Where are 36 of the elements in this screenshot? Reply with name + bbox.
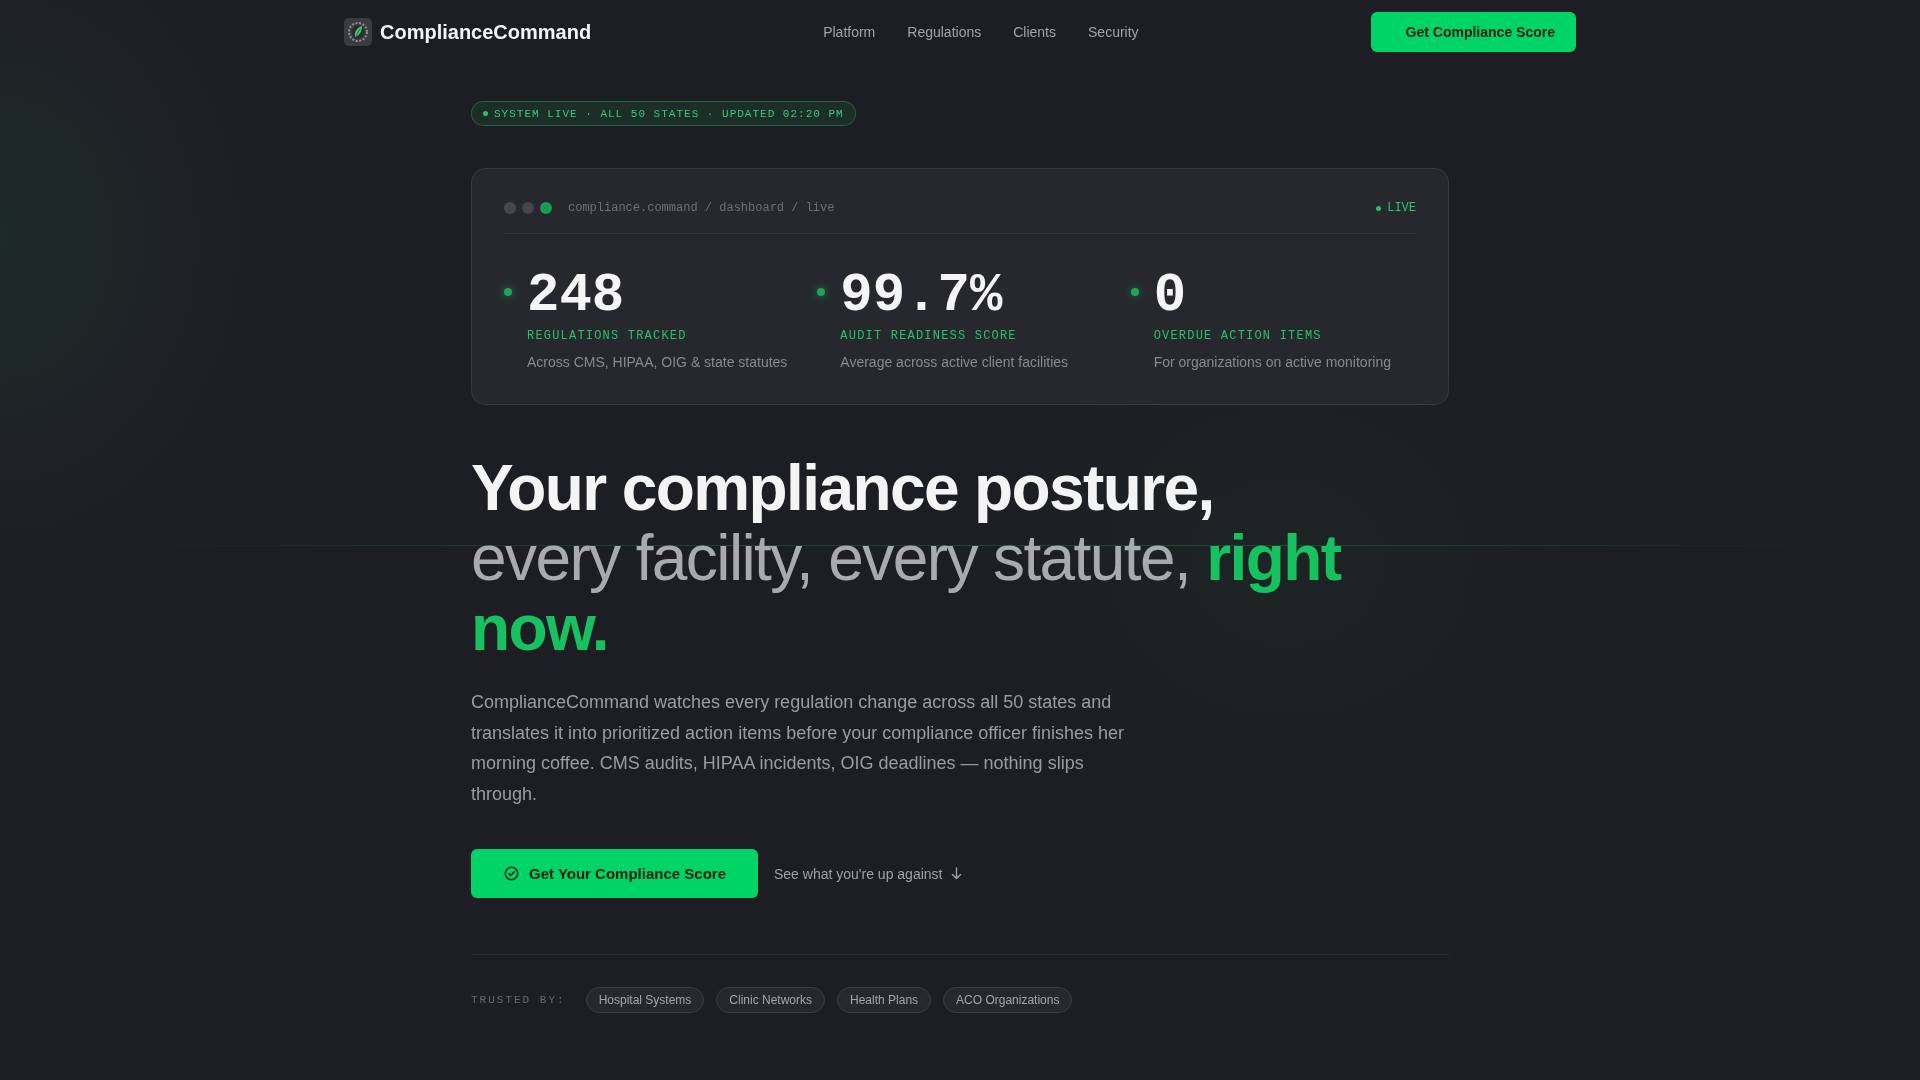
nav-link[interactable]: Platform	[823, 24, 876, 40]
stat-description: Across CMS, HIPAA, OIG & state statutes	[527, 353, 788, 372]
stat-value: 248	[527, 269, 626, 323]
leaf-logo-icon[interactable]	[344, 18, 372, 46]
stat-label: AUDIT READINESS SCORE	[840, 328, 1018, 344]
window-dots-icon	[504, 202, 552, 214]
trusted-by-label: TRUSTED BY:	[471, 994, 566, 1007]
stat-description: For organizations on active monitoring	[1153, 353, 1391, 372]
status-dot-icon	[1130, 288, 1139, 296]
status-dot-icon	[504, 288, 512, 296]
nav-link[interactable]: Security	[1088, 24, 1139, 40]
arrow-down-icon	[951, 867, 963, 881]
status-dot-icon	[483, 111, 488, 116]
nav-link[interactable]: Regulations	[907, 24, 982, 40]
breadcrumb-path: compliance.command / dashboard / live	[568, 201, 835, 215]
segment-tag: Hospital Systems	[585, 987, 705, 1014]
stat-label: OVERDUE ACTION ITEMS	[1153, 328, 1323, 344]
compliance-score-button[interactable]: Get Compliance Score	[1370, 12, 1576, 52]
see-more-link[interactable]: See what you're up against	[774, 865, 963, 882]
get-score-button[interactable]: Get Your Compliance Score	[471, 849, 758, 899]
stat-description: Average across active client facilities	[840, 353, 1069, 372]
segment-tag: Health Plans	[837, 987, 932, 1014]
intro-paragraph: ComplianceCommand watches every regulation change across all 50 states and translates it into prioritized action items before your compliance officer finishes her morning coffee. CMS audits, HIPAA incidents, OIG deadlines — nothing slips through.	[471, 691, 1125, 806]
segment-tag: ACO Organizations	[943, 987, 1073, 1014]
hero-headline: Your compliance posture, every facility, every statute, right now.	[471, 453, 1342, 663]
stat-label: REGULATIONS TRACKED	[527, 328, 688, 344]
status-text: SYSTEM LIVE · ALL 50 STATES · UPDATED 02:20 PM	[494, 107, 844, 120]
check-circle-icon	[504, 866, 519, 882]
status-dot-icon	[817, 288, 826, 296]
nav-link[interactable]: Clients	[1013, 24, 1056, 40]
stat-value: 99.7%	[840, 269, 1004, 323]
stat-value: 0	[1153, 269, 1188, 323]
live-dot-icon	[1376, 205, 1382, 211]
segment-tag: Clinic Networks	[716, 987, 825, 1014]
live-label: LIVE	[1387, 201, 1416, 215]
brand-name[interactable]: ComplianceCommand	[380, 20, 592, 44]
